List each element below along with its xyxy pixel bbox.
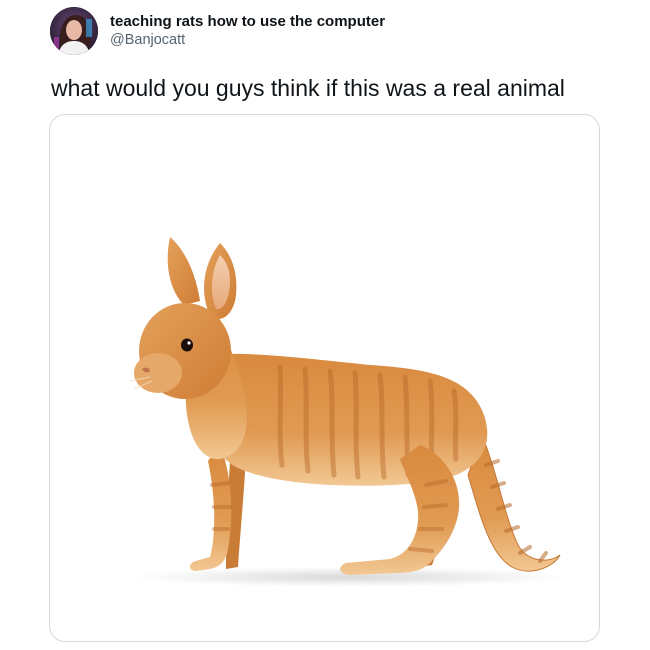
author-handle[interactable]: @Banjocatt bbox=[110, 31, 385, 50]
tweet-header: teaching rats how to use the computer @B… bbox=[50, 6, 385, 56]
rabbit-cat-hybrid-image bbox=[129, 237, 570, 587]
author-names: teaching rats how to use the computer @B… bbox=[110, 12, 385, 50]
profile-avatar[interactable] bbox=[50, 7, 98, 55]
tweet-media[interactable] bbox=[49, 114, 600, 642]
avatar-image-icon bbox=[50, 7, 98, 55]
author-display-name[interactable]: teaching rats how to use the computer bbox=[110, 12, 385, 31]
tweet-text: what would you guys think if this was a … bbox=[51, 75, 565, 101]
tweet: teaching rats how to use the computer @B… bbox=[0, 0, 650, 650]
